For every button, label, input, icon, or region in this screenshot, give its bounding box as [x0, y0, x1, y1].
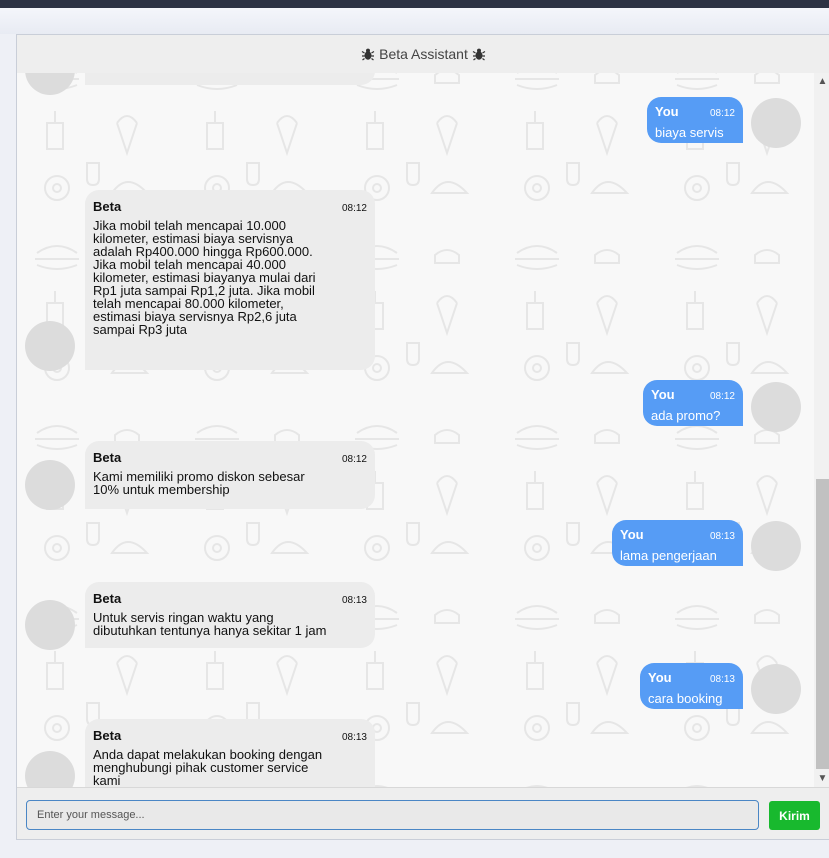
bug-icon [472, 48, 486, 61]
message-time: 08:13 [709, 674, 735, 685]
message-input[interactable] [26, 800, 759, 830]
sender-name: You [648, 670, 672, 685]
bot-avatar [25, 600, 75, 650]
message-list[interactable]: You 08:12 biaya servis Beta 08:12 Jika m… [17, 73, 814, 787]
send-button[interactable]: Kirim [769, 801, 820, 830]
sender-name: Beta [93, 728, 122, 743]
scroll-down-arrow-icon[interactable]: ▼ [814, 770, 829, 787]
message-time: 08:13 [341, 732, 367, 743]
sender-name: Beta [93, 199, 122, 214]
message-time: 08:12 [709, 108, 735, 119]
chat-title: Beta Assistant [379, 46, 468, 62]
user-avatar [751, 382, 801, 432]
window-top-border [0, 0, 829, 8]
bot-avatar [25, 321, 75, 371]
sender-name: You [620, 527, 644, 542]
message-time: 08:12 [341, 454, 367, 465]
message-text: biaya servis [655, 125, 724, 140]
user-message-bubble: You 08:13 lama pengerjaan [612, 520, 743, 566]
bot-message-bubble-partial [85, 73, 375, 85]
message-text: Jika mobil telah mencapai 10.000 kilomet… [93, 218, 316, 337]
user-avatar [751, 521, 801, 571]
sender-name: You [655, 104, 679, 119]
message-text: Anda dapat melakukan booking dengan meng… [93, 747, 323, 787]
sender-name: You [651, 387, 675, 402]
bot-message-bubble: Beta 08:13 Untuk servis ringan waktu yan… [85, 582, 375, 648]
message-time: 08:12 [341, 203, 367, 214]
chat-window: Beta Assistant You 08:12 biaya servis Be… [16, 34, 829, 840]
message-text: Untuk servis ringan waktu yang dibutuhka… [93, 610, 327, 638]
message-time: 08:13 [341, 595, 367, 606]
chat-header: Beta Assistant [17, 35, 829, 74]
bug-icon [361, 48, 375, 61]
user-avatar [751, 664, 801, 714]
message-time: 08:12 [709, 391, 735, 402]
user-message-bubble: You 08:13 cara booking [640, 663, 743, 709]
message-composer: Kirim [17, 787, 829, 839]
user-message-bubble: You 08:12 ada promo? [643, 380, 743, 426]
message-text: cara booking [648, 691, 723, 706]
message-list-scrollbar[interactable]: ▲ ▼ [814, 73, 829, 787]
user-message-bubble: You 08:12 biaya servis [647, 97, 743, 143]
bot-message-bubble: Beta 08:12 Kami memiliki promo diskon se… [85, 441, 375, 509]
page-background-strip [0, 8, 829, 34]
scrollbar-thumb[interactable] [816, 479, 829, 769]
scroll-up-arrow-icon[interactable]: ▲ [814, 73, 829, 90]
bot-message-bubble: Beta 08:12 Jika mobil telah mencapai 10.… [85, 190, 375, 370]
message-text: Kami memiliki promo diskon sebesar 10% u… [93, 469, 305, 497]
message-text: ada promo? [651, 408, 721, 423]
bot-message-bubble: Beta 08:13 Anda dapat melakukan booking … [85, 719, 375, 787]
bot-avatar [25, 460, 75, 510]
sender-name: Beta [93, 450, 122, 465]
message-time: 08:13 [709, 531, 735, 542]
message-text: lama pengerjaan [620, 548, 717, 563]
sender-name: Beta [93, 591, 122, 606]
user-avatar [751, 98, 801, 148]
